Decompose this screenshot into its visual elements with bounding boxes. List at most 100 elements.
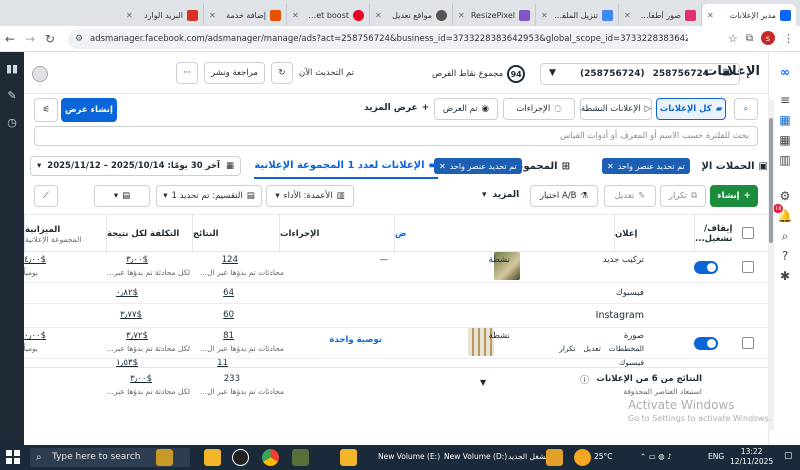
- extensions-icon[interactable]: ⧉: [746, 33, 753, 44]
- edit-button[interactable]: تعديل ✎: [604, 185, 656, 207]
- select-all-checkbox[interactable]: [742, 227, 754, 239]
- info-icon[interactable]: ⓘ: [580, 373, 589, 386]
- scrollbar-thumb[interactable]: [769, 118, 773, 243]
- table-row[interactable]: فيسبوك 64 $٠٫٨٢: [24, 283, 768, 304]
- recommendation-link[interactable]: توصية واحدة: [329, 335, 382, 345]
- campaigns-selection-chip[interactable]: تم تحديد عنصر واحد ✕: [602, 158, 690, 174]
- language-indicator[interactable]: ENG: [708, 452, 724, 461]
- pencil-icon[interactable]: ✎: [0, 89, 24, 102]
- ad-name[interactable]: صورة: [624, 331, 644, 341]
- close-icon[interactable]: ✕: [707, 11, 715, 20]
- col-ad[interactable]: إعلان: [614, 215, 694, 253]
- close-icon[interactable]: ✕: [292, 11, 300, 20]
- create-button[interactable]: إنشاء +: [710, 185, 758, 207]
- browser-menu-icon[interactable]: ⋮: [783, 32, 794, 45]
- view-actions[interactable]: الإجراءات ◌: [503, 98, 575, 120]
- view-all-ads[interactable]: كل الإعلانات ▰: [656, 98, 726, 120]
- refresh-button[interactable]: ↻: [270, 62, 293, 84]
- row-action-duplicate[interactable]: تكرار: [559, 344, 575, 353]
- clock[interactable]: 13:22 12/11/2025: [730, 447, 773, 467]
- obs-icon[interactable]: [232, 449, 249, 466]
- game-app-icon[interactable]: [156, 449, 173, 466]
- ab-test-button[interactable]: اختبار A/B ⚗: [530, 185, 598, 207]
- close-icon[interactable]: ✕: [439, 162, 446, 171]
- chrome-icon[interactable]: [262, 449, 279, 466]
- row-checkbox[interactable]: [742, 337, 754, 349]
- close-icon[interactable]: ✕: [375, 11, 383, 20]
- more-views-button[interactable]: + عرض المزيد: [364, 103, 429, 113]
- tab-campaigns[interactable]: ▣ الحملات الإ: [701, 153, 768, 179]
- chart-button[interactable]: ⟋: [34, 185, 58, 207]
- tab-ads[interactable]: ▬ الإعلانات لعدد 1 المجموعة الإعلانية: [254, 153, 438, 179]
- browser-tab[interactable]: البريد الوارد ✕: [121, 4, 204, 26]
- folder-app-icon[interactable]: [340, 449, 357, 466]
- results-value[interactable]: 60: [223, 310, 234, 320]
- adsets-selection-chip[interactable]: تم تحديد عنصر واحد ✕: [434, 158, 522, 174]
- taskbar-item[interactable]: New Volume (E:): [378, 452, 440, 461]
- col-toggle[interactable]: إيقاف/تشغيل...: [694, 215, 734, 253]
- view-active-ads[interactable]: الإعلانات النشطة ▷: [580, 98, 652, 120]
- col-budget[interactable]: الميزانية المجموعة الإعلانية: [24, 215, 106, 253]
- more-menu[interactable]: ▾ المزيد: [482, 190, 519, 200]
- browser-tab[interactable]: مدير الإعلانات ✕: [702, 4, 796, 26]
- date-range-picker[interactable]: ▾ آخر 30 يومًا: 2025/10/14 – 2025/11/12 …: [30, 156, 241, 176]
- site-info-icon[interactable]: ⚙: [75, 29, 83, 49]
- search-button[interactable]: ⌕: [734, 98, 758, 120]
- cost-value[interactable]: $٠٫٨٢: [116, 288, 138, 298]
- browser-tab[interactable]: تنزيل الملفات ✕: [536, 4, 619, 26]
- windows-start-icon[interactable]: [6, 450, 20, 464]
- cost-value[interactable]: $٣٫٧٧: [120, 310, 142, 320]
- col-delivery[interactable]: ض: [394, 215, 614, 253]
- ad-name[interactable]: تركيب جديد: [603, 255, 644, 265]
- row-toggle[interactable]: [694, 261, 718, 274]
- browser-tab[interactable]: Rocket boost ✕: [287, 4, 370, 26]
- avatar[interactable]: [32, 66, 48, 82]
- close-icon[interactable]: ✕: [126, 11, 134, 20]
- file-explorer-icon[interactable]: [204, 449, 221, 466]
- clock-icon[interactable]: ◷: [0, 116, 24, 129]
- table-row[interactable]: Instagram 60 $٣٫٧٧: [24, 304, 768, 328]
- columns-button[interactable]: ▾ الأعمدة: الأداء ▥: [266, 185, 354, 207]
- url-field[interactable]: ⚙ adsmanager.facebook.com/adsmanager/man…: [68, 29, 688, 49]
- results-value[interactable]: 64: [223, 288, 234, 298]
- reload-icon[interactable]: ↻: [40, 32, 60, 46]
- caret-down-icon[interactable]: ▼: [480, 378, 486, 387]
- chart-icon[interactable]: ▮▮: [0, 62, 24, 75]
- account-selector[interactable]: ▼ (258756724) 258756724 ▣: [540, 63, 740, 85]
- taskbar-item[interactable]: الشغل الجديد: [508, 452, 550, 461]
- col-results[interactable]: النتائج: [192, 215, 279, 253]
- col-actions[interactable]: الإجراءات: [279, 215, 394, 253]
- browser-tab[interactable]: مواقع تعديل ✕: [370, 4, 453, 26]
- notifications-tray-icon[interactable]: ▢: [784, 451, 793, 461]
- profile-avatar[interactable]: s: [761, 31, 775, 45]
- breakdown-button[interactable]: ▾ التقسيم: تم تحديد 1 ▤: [156, 185, 262, 207]
- table-row[interactable]: تركيب جديد نشطة — 124 محادثات تم بدؤها ع…: [24, 252, 768, 283]
- app-icon[interactable]: [292, 449, 309, 466]
- filter-search-input[interactable]: بحث للفلترة حسب الاسم أو المعرف أو أدوات…: [34, 126, 758, 146]
- app-icon[interactable]: [546, 449, 563, 466]
- bookmark-star-icon[interactable]: ☆: [728, 32, 738, 45]
- reports-button[interactable]: ▾ ▤: [94, 185, 150, 207]
- row-action-charts[interactable]: المخططات: [609, 344, 644, 353]
- filter-settings-button[interactable]: ⚟: [34, 98, 58, 122]
- table-row[interactable]: صورة المخططات تعديل تكرار نشطة توصية واح…: [24, 328, 768, 359]
- results-value[interactable]: 124: [222, 255, 238, 265]
- meta-logo-icon[interactable]: ∞: [769, 62, 800, 82]
- budget-value[interactable]: $٣٠٫٠٠: [24, 331, 46, 341]
- close-icon[interactable]: ✕: [624, 11, 632, 20]
- opportunity-score[interactable]: 94 مجموع نقاط الفرص: [432, 65, 526, 83]
- cost-value[interactable]: $٣٫٧٢: [126, 331, 148, 341]
- back-icon[interactable]: ←: [0, 32, 20, 46]
- review-publish-button[interactable]: مراجعة ونشر: [204, 62, 265, 84]
- temperature[interactable]: 25°C: [594, 452, 613, 461]
- browser-tab[interactable]: ResizePixel ✕: [453, 4, 536, 26]
- view-shown[interactable]: تم العرض ◉: [434, 98, 498, 120]
- taskbar-item[interactable]: New Volume (D:): [444, 452, 507, 461]
- browser-tab[interactable]: صور أطفال ذكية ✕: [619, 4, 702, 26]
- close-icon[interactable]: ✕: [209, 11, 217, 20]
- close-icon[interactable]: ✕: [541, 11, 549, 20]
- results-value[interactable]: 81: [223, 331, 234, 341]
- tray-icons[interactable]: ⌃ ▭ ◍ ♪: [640, 452, 672, 461]
- more-options-button[interactable]: ···: [176, 62, 198, 84]
- browser-tab[interactable]: إضافة خدمة ✕: [204, 4, 287, 26]
